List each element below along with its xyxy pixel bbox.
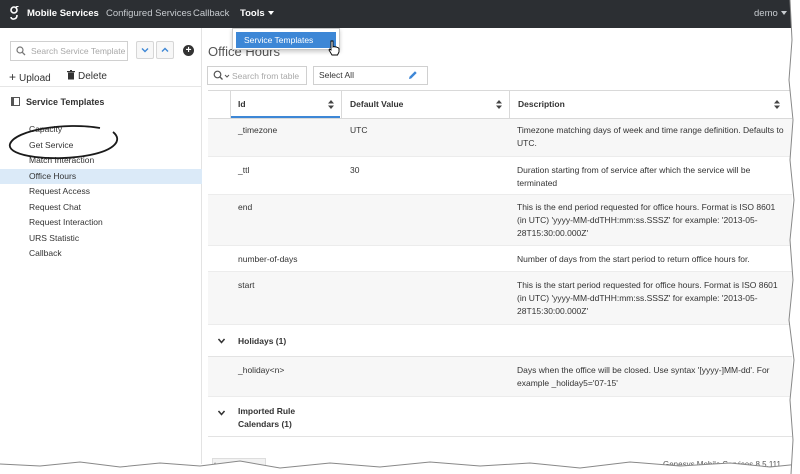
- previous-result-button[interactable]: [156, 41, 174, 59]
- cell-id: end: [238, 202, 253, 212]
- plus-icon: +: [185, 45, 192, 56]
- tree-item-request-interaction[interactable]: Request Interaction: [0, 215, 202, 231]
- genesys-logo-icon: [10, 6, 19, 20]
- cell-id: _ttl: [238, 165, 250, 175]
- parameters-table: Id Default Value Description _timezone U…: [208, 90, 792, 437]
- select-all-dropdown[interactable]: Select All: [313, 66, 428, 85]
- chevron-down-icon: [141, 48, 149, 53]
- footer-tab[interactable]: templates: [212, 458, 266, 474]
- group-row-holidays[interactable]: Holidays (1): [208, 325, 792, 357]
- table-header: Id Default Value Description: [208, 90, 792, 119]
- next-result-button[interactable]: [136, 41, 154, 59]
- search-icon: [213, 70, 230, 80]
- upload-label: Upload: [19, 73, 51, 84]
- user-name: demo: [754, 8, 778, 19]
- trash-icon: [67, 70, 75, 80]
- cell-id: start: [238, 280, 255, 290]
- tree-item-office-hours[interactable]: Office Hours: [0, 168, 202, 184]
- delete-button[interactable]: Delete: [67, 70, 107, 82]
- search-icon: [16, 46, 26, 56]
- add-template-button[interactable]: +: [183, 45, 194, 56]
- column-header-description[interactable]: Description: [510, 91, 786, 118]
- tools-dropdown-menu: Service Templates: [232, 28, 340, 50]
- chevron-down-icon: [267, 11, 274, 16]
- menu-item-service-templates[interactable]: Service Templates: [236, 32, 336, 48]
- chevron-down-icon: [218, 410, 225, 416]
- table-row[interactable]: _holiday<n> Days when the office will be…: [208, 357, 792, 397]
- cell-id: number-of-days: [238, 254, 298, 264]
- nav-tools-menu[interactable]: Tools: [240, 8, 274, 19]
- divider: [0, 86, 202, 87]
- select-all-label: Select All: [319, 70, 354, 80]
- sidebar: + +Upload Delete Service Templates Capac…: [0, 28, 202, 464]
- delete-label: Delete: [78, 71, 107, 82]
- column-header-default-value[interactable]: Default Value: [342, 91, 508, 118]
- cell-description: Days when the office will be closed. Use…: [517, 365, 770, 388]
- table-row[interactable]: number-of-days Number of days from the s…: [208, 246, 792, 272]
- table-row[interactable]: _timezone UTC Timezone matching days of …: [208, 119, 792, 157]
- cell-default: UTC: [350, 125, 368, 135]
- table-search-box: [207, 66, 307, 85]
- tree-item-urs-statistic[interactable]: URS Statistic: [0, 231, 202, 247]
- group-label: Holidays (1): [238, 336, 287, 346]
- table-row[interactable]: _ttl 30 Duration starting from of servic…: [208, 157, 792, 195]
- sort-icon: [328, 100, 334, 109]
- chevron-up-icon: [161, 47, 169, 52]
- cell-default: 30: [350, 165, 360, 175]
- folder-icon: [11, 97, 20, 106]
- cell-description: Number of days from the start period to …: [517, 254, 750, 264]
- plus-icon: +: [9, 70, 17, 84]
- group-row-imported-rule-calendars[interactable]: Imported Rule Calendars (1): [208, 397, 792, 437]
- nav-configured-services[interactable]: Configured Services: [106, 8, 192, 19]
- tree-item-callback[interactable]: Callback: [0, 246, 202, 262]
- cell-description: This is the end period requested for off…: [517, 202, 776, 238]
- table-row[interactable]: end This is the end period requested for…: [208, 195, 792, 246]
- column-header-id[interactable]: Id: [230, 91, 340, 118]
- cell-id: _timezone: [238, 125, 278, 135]
- cell-description: This is the start period requested for o…: [517, 280, 778, 316]
- cell-description: Timezone matching days of week and time …: [517, 125, 784, 148]
- app-brand[interactable]: Mobile Services: [27, 8, 99, 19]
- column-header-id-label: Id: [238, 99, 246, 109]
- tree-item-request-chat[interactable]: Request Chat: [0, 200, 202, 216]
- tree-item-request-access[interactable]: Request Access: [0, 184, 202, 200]
- table-row[interactable]: start This is the start period requested…: [208, 272, 792, 325]
- column-header-description-label: Description: [518, 99, 565, 109]
- chevron-down-icon: [218, 338, 225, 344]
- column-divider: [230, 91, 231, 118]
- column-header-default-value-label: Default Value: [350, 99, 404, 109]
- pencil-icon: [409, 71, 417, 79]
- sort-icon: [774, 100, 780, 109]
- template-search-input[interactable]: [31, 44, 125, 58]
- table-search-input[interactable]: [232, 69, 304, 83]
- group-label: Imported Rule Calendars (1): [238, 406, 296, 429]
- cell-description: Duration starting from of service after …: [517, 165, 751, 188]
- top-navbar: Mobile Services Configured Services Call…: [0, 0, 800, 28]
- version-label: Genesys Mobile Services 8.5.111: [663, 460, 781, 469]
- chevron-down-icon: [780, 11, 787, 16]
- highlight-ellipse: [9, 125, 119, 160]
- user-menu[interactable]: demo: [754, 8, 787, 19]
- nav-callback[interactable]: Callback: [193, 8, 229, 19]
- template-search-box: [10, 41, 128, 61]
- tree-title: Service Templates: [26, 97, 105, 107]
- sort-icon: [496, 100, 502, 109]
- main-panel: Office Hours Select All Id Default Value…: [202, 28, 800, 464]
- upload-button[interactable]: + Upload: [9, 70, 51, 84]
- hand-cursor-icon: [328, 40, 340, 56]
- cell-id: _holiday<n>: [238, 365, 285, 375]
- tree-header[interactable]: Service Templates: [11, 97, 104, 107]
- nav-tools-label: Tools: [240, 8, 265, 19]
